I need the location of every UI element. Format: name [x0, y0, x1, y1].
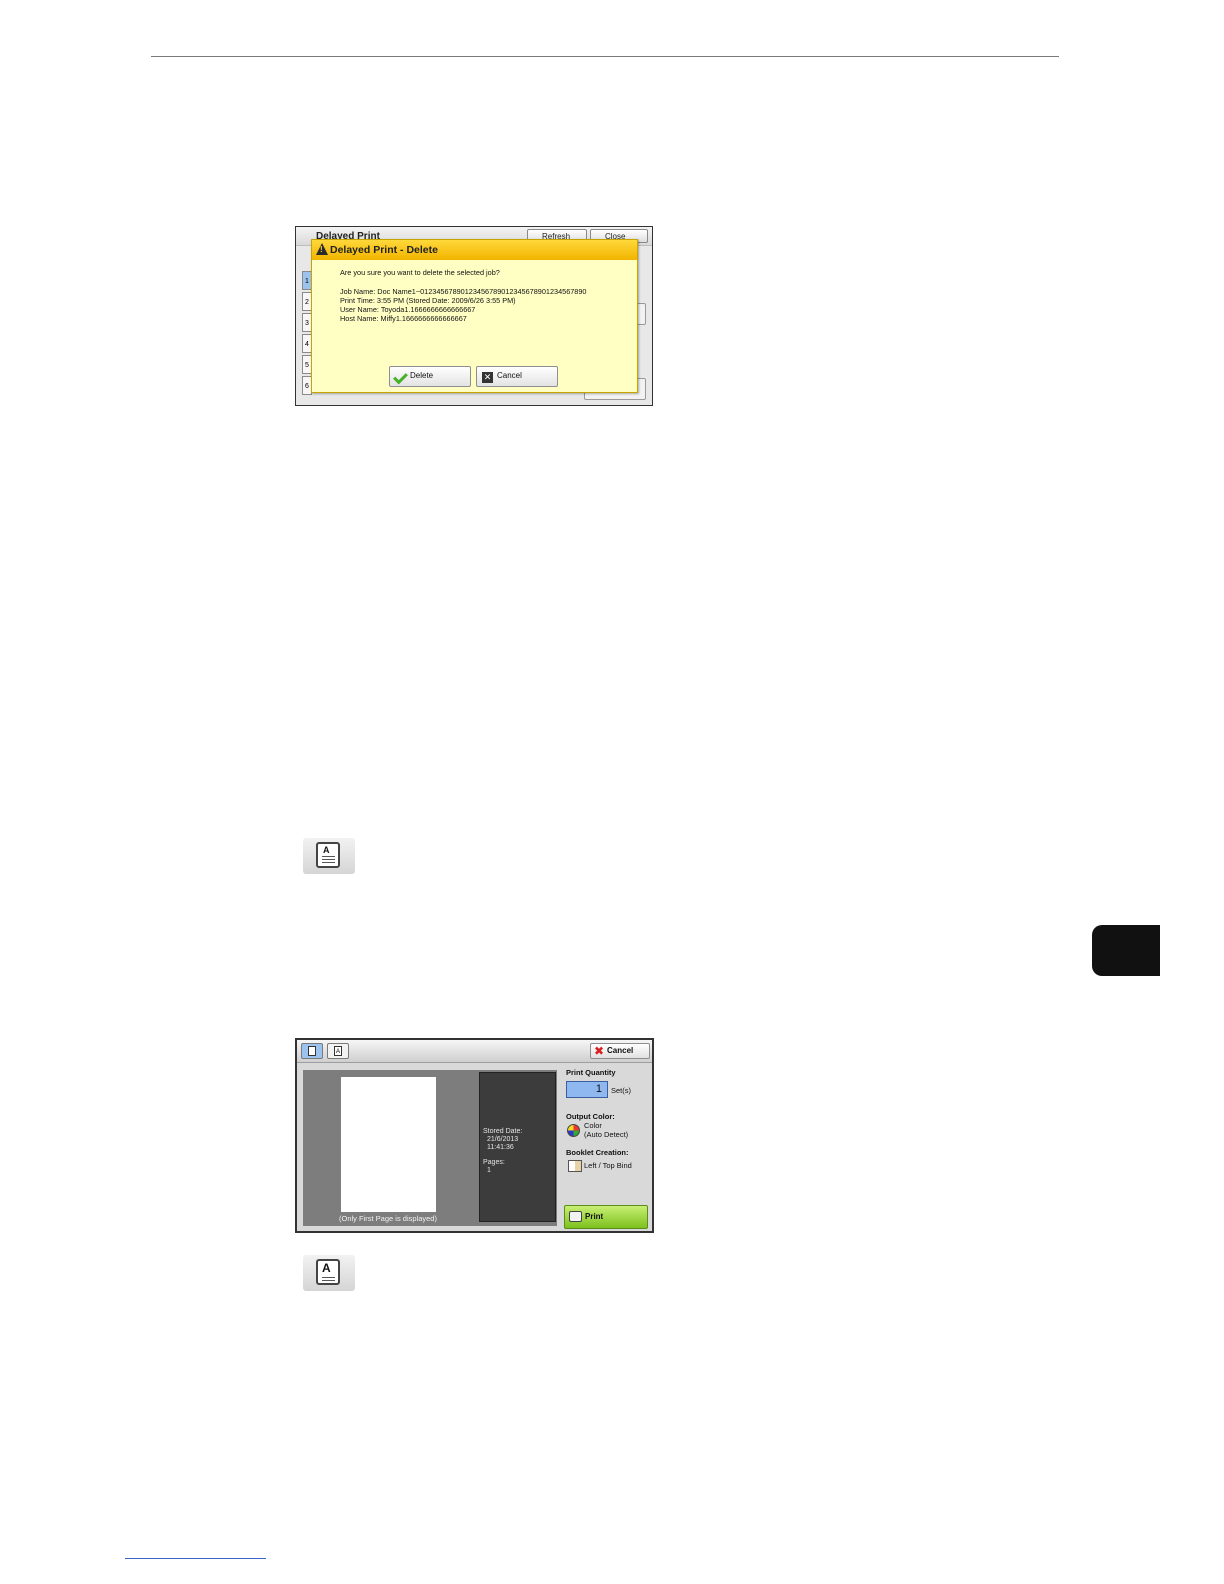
- print-preview-screenshot: A ✖ Cancel (Only First Page is displayed…: [295, 1038, 654, 1233]
- delete-confirm-dialog: ! Delayed Print - Delete Are you sure yo…: [311, 239, 638, 393]
- printer-icon: [569, 1211, 582, 1222]
- tab-thumbnail[interactable]: [301, 1043, 323, 1059]
- chapter-tab: [1092, 925, 1160, 976]
- document-info-panel: Stored Date: 21/6/2013 11:41:36 Pages: 1: [479, 1072, 556, 1222]
- stored-time-value: 11:41:36: [487, 1144, 514, 1151]
- page-icon-letter: A: [322, 1261, 331, 1275]
- text-view-icon: A: [303, 1255, 355, 1291]
- pages-label: Pages:: [483, 1159, 505, 1166]
- job-name-text: Job Name: Doc Name1~01234567890123456789…: [340, 287, 587, 296]
- preview-cancel-label: Cancel: [607, 1046, 634, 1055]
- preview-caption: (Only First Page is displayed): [339, 1214, 437, 1223]
- footer-link-rule: [125, 1558, 266, 1559]
- header-rule: [151, 56, 1059, 57]
- confirm-question: Are you sure you want to delete the sele…: [340, 268, 500, 277]
- document-view-icon: A: [303, 838, 355, 874]
- dialog-titlebar: ! Delayed Print - Delete: [312, 240, 637, 260]
- sets-label: Set(s): [611, 1086, 632, 1095]
- output-color-label: Output Color:: [566, 1112, 615, 1121]
- cancel-button-label: Cancel: [497, 371, 522, 380]
- pages-value: 1: [487, 1167, 491, 1174]
- host-name-text: Host Name: Miffy1.1666666666666667: [340, 314, 467, 323]
- booklet-creation-value: Left / Top Bind: [584, 1161, 632, 1170]
- print-quantity-input[interactable]: 1: [566, 1081, 608, 1098]
- page-icon-letter: A: [323, 845, 330, 855]
- delete-button[interactable]: Delete: [389, 366, 471, 387]
- page-thumbnail[interactable]: [341, 1077, 436, 1212]
- warning-mark: !: [320, 245, 323, 254]
- check-icon: [393, 369, 408, 385]
- page-icon: A: [316, 1259, 340, 1285]
- page-icon: A: [316, 842, 340, 868]
- booklet-icon: [568, 1160, 582, 1172]
- user-name-text: User Name: Toyoda1.1666666666666667: [340, 305, 476, 314]
- preview-toolbar: A ✖ Cancel: [297, 1040, 652, 1063]
- output-color-detail: (Auto Detect): [584, 1130, 629, 1139]
- cancel-button[interactable]: ✕ Cancel: [476, 366, 558, 387]
- page-preview-area: (Only First Page is displayed) Stored Da…: [303, 1070, 557, 1226]
- print-time-text: Print Time: 3:55 PM (Stored Date: 2009/6…: [340, 296, 516, 305]
- booklet-creation-label: Booklet Creation:: [566, 1148, 629, 1157]
- delayed-print-delete-screenshot: Delayed Print Refresh Close 1 2 3 4 5 6 …: [295, 226, 653, 406]
- x-icon: ✕: [482, 372, 493, 383]
- print-button[interactable]: Print: [564, 1205, 648, 1229]
- color-wheel-icon: [567, 1124, 580, 1137]
- preview-cancel-button[interactable]: ✖ Cancel: [590, 1043, 650, 1059]
- stored-date-label: Stored Date:: [483, 1128, 523, 1135]
- print-button-label: Print: [585, 1212, 604, 1221]
- print-quantity-label: Print Quantity: [566, 1068, 616, 1077]
- close-icon: ✖: [594, 1044, 605, 1058]
- dialog-title: Delayed Print - Delete: [330, 244, 438, 256]
- page-icon-letter: A: [334, 1046, 342, 1056]
- tab-text-view[interactable]: A: [327, 1043, 349, 1059]
- delete-button-label: Delete: [410, 371, 434, 380]
- page-icon: [308, 1046, 316, 1056]
- stored-date-value: 21/6/2013: [487, 1136, 519, 1143]
- output-color-value: Color: [584, 1121, 602, 1130]
